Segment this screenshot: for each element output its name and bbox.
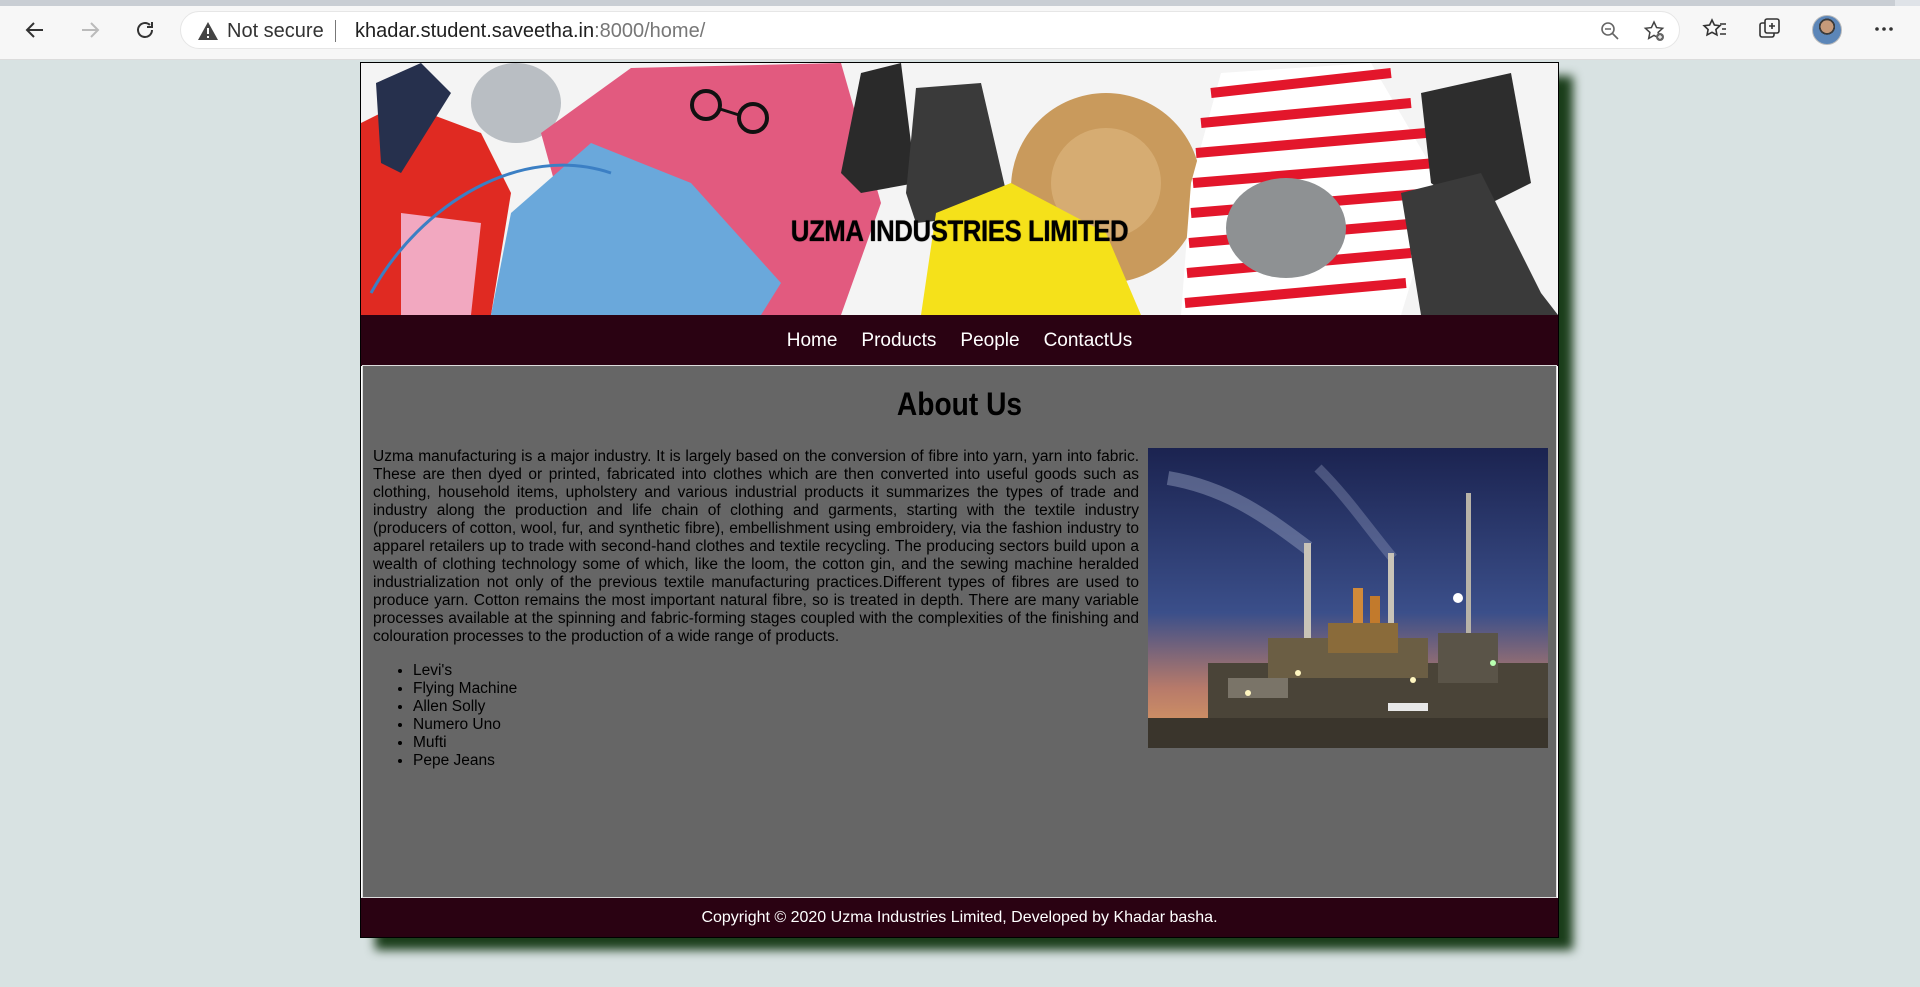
not-secure-label: Not secure <box>227 20 324 42</box>
about-paragraph: Uzma manufacturing is a major industry. … <box>373 448 1139 645</box>
add-favorite-icon[interactable] <box>1643 20 1665 42</box>
browser-toolbar: Not secure khadar.student.saveetha.in:80… <box>0 0 1920 60</box>
nav-products[interactable]: Products <box>861 330 936 352</box>
main-nav: Home Products People ContactUs <box>361 315 1558 366</box>
brand-item: Levi's <box>413 662 517 680</box>
refresh-button[interactable] <box>127 12 163 48</box>
url-host: khadar.student.saveetha.in <box>355 20 595 42</box>
brand-item: Mufti <box>413 734 517 752</box>
address-separator <box>335 20 336 42</box>
address-bar[interactable]: Not secure khadar.student.saveetha.in:80… <box>180 11 1680 49</box>
content-panel: About Us Uzma manufacturing is a major i… <box>362 365 1557 898</box>
brand-list: Levi's Flying Machine Allen Solly Numero… <box>373 662 517 770</box>
clothing-collage-image <box>361 63 1558 315</box>
brand-item: Pepe Jeans <box>413 752 517 770</box>
brand-item: Numero Uno <box>413 716 517 734</box>
site-title: UZMA INDUSTRIES LIMITED <box>790 215 1129 248</box>
more-menu-icon[interactable] <box>1870 15 1898 43</box>
forward-button[interactable] <box>72 12 108 48</box>
nav-contact[interactable]: ContactUs <box>1044 330 1133 352</box>
about-heading: About Us <box>896 386 1023 422</box>
factory-image <box>1148 448 1548 748</box>
brand-item: Allen Solly <box>413 698 517 716</box>
zoom-out-icon[interactable] <box>1599 20 1621 42</box>
profile-avatar[interactable] <box>1812 15 1842 45</box>
nav-home[interactable]: Home <box>787 330 838 352</box>
back-arrow-icon <box>25 22 43 38</box>
nav-people[interactable]: People <box>960 330 1019 352</box>
collections-icon[interactable] <box>1756 15 1784 43</box>
favorites-icon[interactable] <box>1701 15 1729 43</box>
forward-arrow-icon <box>82 22 100 38</box>
back-button[interactable] <box>17 12 53 48</box>
url-text: khadar.student.saveetha.in:8000/home/ <box>355 19 705 43</box>
header-banner: UZMA INDUSTRIES LIMITED <box>361 63 1558 315</box>
site-footer: Copyright © 2020 Uzma Industries Limited… <box>361 898 1558 937</box>
url-path: :8000/home/ <box>594 20 706 42</box>
brand-item: Flying Machine <box>413 680 517 698</box>
tab-strip <box>0 0 1920 6</box>
site-container: UZMA INDUSTRIES LIMITED Home Products Pe… <box>360 62 1559 938</box>
refresh-icon <box>137 22 153 38</box>
warning-icon <box>198 22 218 40</box>
